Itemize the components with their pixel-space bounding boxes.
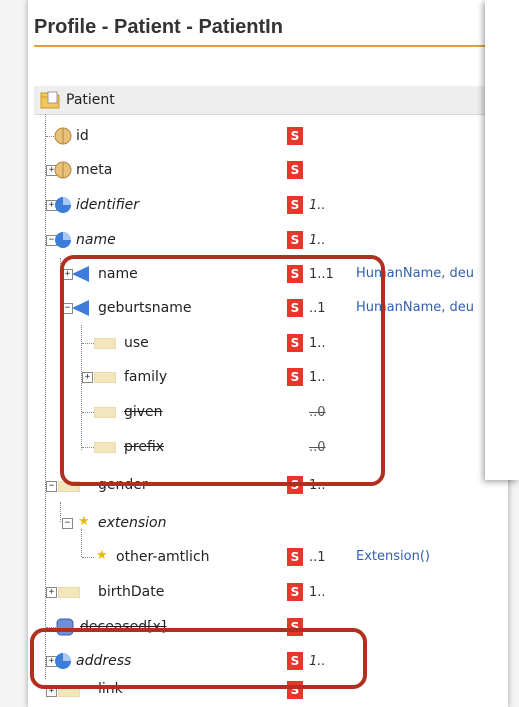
- element-label: identifier: [76, 197, 140, 213]
- highlight-box: [60, 255, 385, 486]
- page-title: Profile - Patient - PatientIn: [34, 16, 283, 38]
- datatype-icon: [55, 232, 71, 248]
- cardinality: ..1: [309, 550, 326, 565]
- star-icon: ★: [78, 514, 90, 529]
- status-badge: S: [287, 196, 303, 214]
- tree-guide: [46, 136, 54, 137]
- type-link[interactable]: Extension(): [356, 549, 430, 564]
- status-badge: S: [287, 583, 303, 601]
- tree-row[interactable]: ★ other-amtlich S ..1 Extension(): [34, 541, 508, 575]
- tree-guide: [82, 557, 94, 558]
- title-divider: [34, 45, 502, 47]
- folder-icon: [40, 91, 60, 109]
- tree-row[interactable]: − ★ extension: [34, 507, 508, 541]
- tree-row[interactable]: id S: [34, 120, 508, 154]
- tree-row[interactable]: + identifier S 1..: [34, 189, 508, 223]
- element-label: name: [76, 232, 116, 248]
- status-badge: S: [287, 127, 303, 145]
- tree-row[interactable]: + birthDate S 1..: [34, 576, 508, 610]
- status-badge: S: [287, 548, 303, 566]
- cardinality: 1..: [309, 585, 326, 600]
- overlay-panel-edge: [485, 0, 519, 480]
- expand-icon[interactable]: +: [46, 587, 57, 598]
- primitive-icon: [58, 587, 80, 598]
- element-label: extension: [98, 515, 167, 531]
- highlight-box: [30, 628, 367, 689]
- element-label: meta: [76, 162, 113, 178]
- status-badge: S: [287, 231, 303, 249]
- status-badge: S: [287, 161, 303, 179]
- element-label: id: [76, 128, 89, 144]
- tree-root-row[interactable]: Patient: [34, 86, 508, 115]
- cardinality: 1..: [309, 233, 326, 248]
- element-label: birthDate: [98, 584, 165, 600]
- collapse-icon[interactable]: −: [46, 481, 57, 492]
- collapse-icon[interactable]: −: [62, 518, 73, 529]
- element-label: other-amtlich: [116, 549, 210, 565]
- cardinality: 1..: [309, 198, 326, 213]
- datatype-icon: [55, 197, 71, 213]
- tree-row[interactable]: + meta S: [34, 154, 508, 188]
- tree-row[interactable]: − name S 1..: [34, 224, 508, 258]
- cube-icon: [54, 161, 72, 179]
- star-icon: ★: [96, 548, 108, 563]
- tree-root-label: Patient: [66, 92, 115, 108]
- cube-icon: [54, 127, 72, 145]
